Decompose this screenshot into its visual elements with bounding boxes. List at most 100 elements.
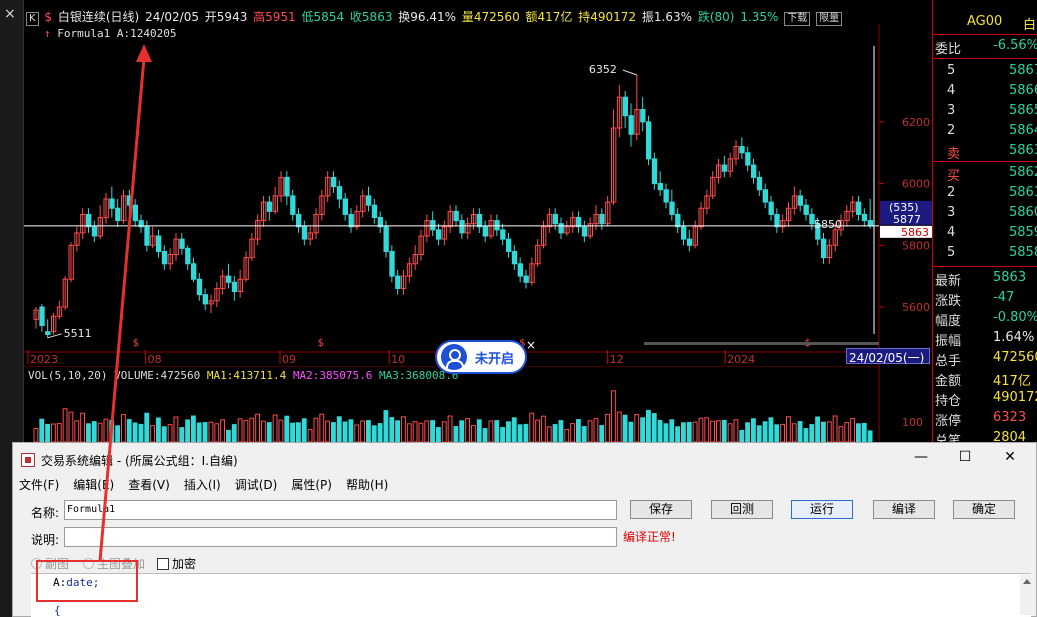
- candle-body: [342, 198, 348, 215]
- candle-body: [395, 275, 401, 289]
- volume-bar: [646, 409, 651, 442]
- candle-body: [646, 121, 652, 160]
- peak-leader: [622, 69, 638, 76]
- volume-bar: [465, 418, 470, 442]
- volume-bar: [243, 419, 249, 442]
- volume-bar: [803, 428, 809, 442]
- assistant-badge[interactable]: 未开启: [435, 340, 527, 374]
- volume-bar: [97, 422, 103, 442]
- ok-button[interactable]: 确定: [953, 500, 1015, 519]
- volume-bar: [453, 426, 459, 442]
- candle-body: [622, 96, 629, 117]
- candle-body: [296, 213, 302, 228]
- vol-volume: VOLUME:472560: [114, 369, 201, 382]
- volume-bar: [272, 414, 278, 442]
- description-label: 说明:: [31, 533, 60, 547]
- volume-bar: [412, 421, 418, 442]
- code-editor[interactable]: A:date; {: [31, 573, 1031, 617]
- trading-terminal: × 6200 6000 5800 5600 6352 5511 5850 (535) 5877 5…: [0, 0, 1037, 617]
- volume-bar: [506, 421, 511, 442]
- k-line-badge[interactable]: K: [26, 12, 39, 26]
- menu-properties[interactable]: 属性(P): [291, 476, 332, 494]
- volume-bar: [867, 430, 873, 442]
- name-field[interactable]: Formula1: [64, 500, 617, 520]
- close-icon[interactable]: ×: [4, 6, 16, 22]
- volume-bar: [581, 426, 587, 442]
- candle-body: [861, 213, 868, 222]
- compile-button[interactable]: 编译: [873, 500, 935, 519]
- candle-body: [511, 250, 518, 265]
- x-tick-label: 08: [148, 353, 162, 366]
- volume-bar: [45, 423, 50, 442]
- candle-body: [517, 263, 523, 277]
- run-button[interactable]: 运行: [791, 500, 853, 519]
- editor-scrollbar[interactable]: [1020, 575, 1034, 615]
- volume-bar: [103, 418, 109, 442]
- price-chart[interactable]: 6200600058005600635255115850(535)5877586…: [24, 24, 936, 369]
- candle-body: [756, 176, 763, 191]
- radio-subchart[interactable]: 副图: [31, 555, 69, 572]
- volume-bar: [249, 417, 255, 442]
- open-price: 开5943: [204, 10, 248, 24]
- stat-label: 幅度: [935, 314, 962, 329]
- menu-edit[interactable]: 编辑(E): [73, 476, 114, 494]
- bid-level: 4: [947, 225, 956, 240]
- compile-status: 编译正常!: [623, 530, 676, 544]
- volume-bar: [768, 417, 774, 442]
- description-field[interactable]: [64, 527, 617, 547]
- quote-info-line: K $ 白银连续(日线) 24/02/05 开5943 高5951 低5854 …: [26, 8, 881, 26]
- menu-help[interactable]: 帮助(H): [346, 476, 388, 494]
- volume-bar: [797, 421, 803, 442]
- ask-price: 5865: [1009, 103, 1037, 118]
- volume-bar: [850, 418, 856, 442]
- candle-body: [774, 213, 780, 228]
- candle-body: [389, 250, 395, 277]
- radio-main-overlay[interactable]: 主图叠加: [83, 555, 145, 572]
- volume-bar: [331, 422, 336, 442]
- badge-close-icon[interactable]: ×: [526, 338, 536, 352]
- cursor-price-tag: 5877: [893, 213, 921, 226]
- volume-bar: [121, 414, 126, 442]
- volume-bar: [377, 423, 383, 442]
- maximize-button[interactable]: ☐: [950, 449, 980, 469]
- volume-bar: [313, 417, 319, 442]
- menu-file[interactable]: 文件(F): [19, 476, 59, 494]
- candle-body: [581, 226, 588, 237]
- order-ratio-label: 委比: [935, 42, 962, 57]
- user-icon: [441, 344, 467, 370]
- stat-label: 持仓: [935, 394, 962, 409]
- volume-bar: [651, 413, 657, 442]
- volume-bar: [336, 416, 342, 442]
- candle-body: [336, 186, 343, 200]
- candle-body: [132, 204, 138, 222]
- bid-label: 买: [947, 169, 961, 184]
- stat-label: 涨跌: [935, 294, 962, 309]
- candle-body: [231, 281, 238, 293]
- menu-debug[interactable]: 调试(D): [235, 476, 278, 494]
- candle-body: [331, 176, 337, 188]
- high-price: 高5951: [253, 10, 296, 24]
- candle-body: [803, 204, 809, 215]
- volume-bar: [319, 413, 325, 442]
- volume-bar: [721, 419, 727, 442]
- volume-bar: [756, 425, 762, 442]
- candle-body: [739, 146, 745, 154]
- volume-bar: [33, 428, 39, 442]
- ask1-price: 5863: [1009, 143, 1037, 158]
- volume-bar: [418, 422, 424, 442]
- backtest-button[interactable]: 回测: [711, 500, 773, 519]
- minimize-button[interactable]: —: [906, 449, 936, 469]
- menu-insert[interactable]: 插入(I): [184, 476, 221, 494]
- candle-body: [552, 213, 559, 225]
- download-button[interactable]: 下载: [784, 12, 811, 26]
- volume-bar: [231, 424, 237, 442]
- menu-view[interactable]: 查看(V): [128, 476, 170, 494]
- candle-body: [675, 213, 681, 228]
- save-button[interactable]: 保存: [630, 500, 692, 519]
- encrypt-checkbox[interactable]: 加密: [157, 555, 196, 572]
- limit-button[interactable]: 限量: [816, 12, 843, 26]
- candle-body: [348, 213, 354, 228]
- close-button[interactable]: ✕: [995, 449, 1025, 469]
- volume-bar: [494, 420, 500, 442]
- ask-level: 3: [947, 103, 956, 118]
